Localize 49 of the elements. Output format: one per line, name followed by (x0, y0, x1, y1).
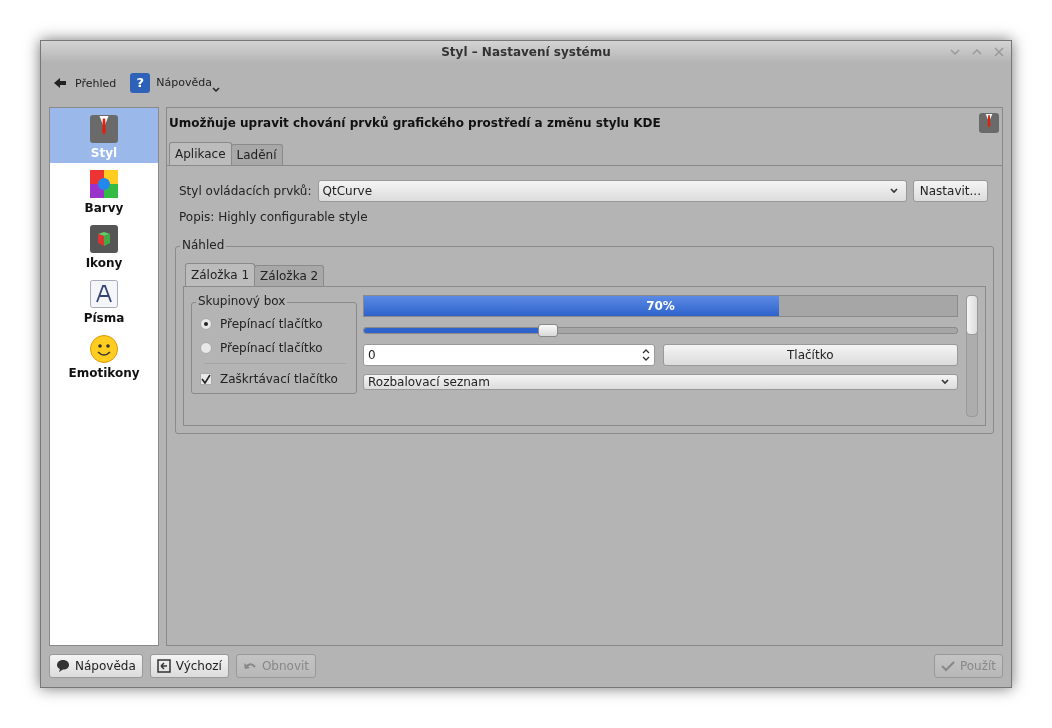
back-button[interactable]: Přehled (53, 76, 117, 90)
field-label: Styl ovládacích prvků: (179, 184, 312, 198)
help-menu-button[interactable]: ? Nápověda (130, 72, 220, 94)
spin-arrows-icon (641, 348, 650, 362)
suit-icon (89, 114, 119, 144)
dropdown[interactable]: Rozbalovací seznam (363, 374, 958, 390)
sidebar-item[interactable]: Barvy (50, 163, 158, 218)
radio-button[interactable]: Přepínací tlačítko (200, 315, 350, 333)
help-icon: ? (130, 72, 151, 93)
sidebar-item[interactable]: Písma (50, 273, 158, 328)
style-description: Popis: Highly configurable style (178, 209, 369, 226)
minimize-icon (949, 46, 961, 58)
tab[interactable]: Ladění (230, 144, 283, 165)
caret-icon (211, 86, 220, 93)
tab[interactable]: Záložka 1 (185, 263, 256, 286)
tab[interactable]: Záložka 2 (254, 265, 325, 286)
checkmark-icon (940, 659, 955, 673)
group-title: Skupinový box (196, 294, 288, 308)
push-button[interactable]: Tlačítko (662, 344, 958, 366)
scrollbar-handle[interactable] (966, 295, 978, 335)
smiley-icon (89, 334, 119, 364)
slider-handle[interactable] (537, 324, 558, 337)
style-dropdown[interactable]: QtCurve (317, 180, 907, 202)
progress-text: 70% (645, 299, 676, 313)
radio-button[interactable]: Přepínací tlačítko (200, 339, 350, 357)
dialog-button[interactable]: Výchozí (149, 654, 229, 678)
caret-icon (889, 188, 898, 194)
dialog-button[interactable]: Nápověda (49, 654, 143, 678)
close-icon (993, 46, 1005, 58)
sidebar-item[interactable]: Ikony (50, 218, 158, 273)
module-description: Umožňuje upravit chování prvků grafického prostředí a změnu stylu KDE (169, 116, 661, 130)
caret-icon (941, 379, 949, 385)
suit-icon (978, 112, 1000, 134)
checkmark-icon (201, 374, 211, 384)
tab[interactable]: Aplikace (169, 142, 232, 165)
group-title: Náhled (180, 238, 227, 252)
cube-icon (89, 224, 119, 254)
configure-button[interactable]: Nastavit... (912, 180, 988, 202)
checkbox[interactable]: Zaškrtávací tlačítko (200, 370, 350, 388)
font-letter-icon (89, 279, 119, 309)
slider[interactable] (363, 327, 958, 334)
window-title: Styl – Nastavení systému (441, 45, 611, 59)
back-arrow-icon (53, 77, 67, 89)
help-bubble-icon (56, 659, 70, 673)
color-palette-icon (89, 169, 119, 199)
spin-box[interactable]: 0 (363, 344, 655, 366)
scrollbar[interactable] (966, 295, 978, 417)
defaults-icon (156, 659, 171, 673)
sidebar-item[interactable]: Emotikony (50, 328, 158, 383)
